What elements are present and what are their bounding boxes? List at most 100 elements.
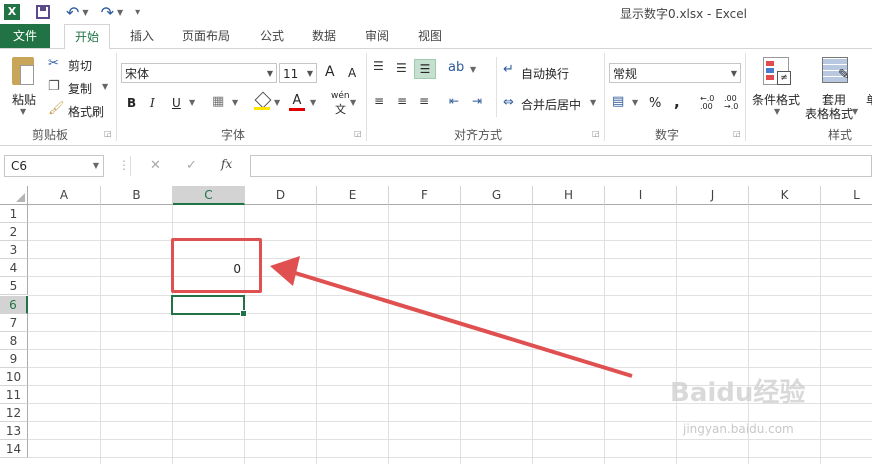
font-size-value: 11 [283, 67, 299, 81]
bold-button[interactable]: B [127, 96, 136, 110]
enter-icon[interactable]: ✓ [186, 158, 197, 173]
decrease-decimal-button[interactable]: .00 →.0 [724, 95, 738, 111]
scissors-icon: ✂ [48, 56, 59, 71]
save-icon[interactable] [36, 5, 50, 19]
orientation-icon[interactable]: ab [448, 60, 464, 75]
tab-formulas[interactable]: 公式 [250, 24, 294, 48]
redo-icon[interactable]: ↷ [101, 3, 114, 22]
underline-button[interactable]: U [172, 96, 181, 110]
align-right-icon[interactable]: ≡ [419, 94, 429, 108]
borders-dropdown-icon[interactable]: ▼ [232, 98, 238, 107]
insert-function-icon[interactable]: fx [221, 157, 232, 171]
table-format-button-line2[interactable]: 表格格式 [805, 105, 853, 122]
quick-access-toolbar: X ↶ ▼ ↷ ▼ ▾ [0, 0, 140, 24]
accounting-dropdown-icon[interactable]: ▼ [632, 98, 638, 107]
comma-style-button[interactable]: , [674, 93, 680, 111]
cancel-icon[interactable]: ✕ [150, 158, 161, 173]
tab-data[interactable]: 数据 [302, 24, 346, 48]
chevron-down-icon: ▼ [730, 69, 737, 78]
paste-button[interactable]: 粘贴 [12, 91, 36, 108]
paste-icon[interactable] [12, 57, 34, 85]
tab-view[interactable]: 视图 [408, 24, 452, 48]
align-center-icon[interactable]: ≡ [397, 94, 407, 108]
orientation-dropdown-icon[interactable]: ▼ [470, 65, 476, 74]
worksheet-grid[interactable]: ABCDEFGHIJKL 1 2 3 4 5 6 7 8 9 10 11 12 13 14 0 Baidu… [0, 186, 872, 464]
tab-page-layout[interactable]: 页面布局 [172, 24, 240, 48]
font-launcher-icon[interactable]: ◲ [354, 129, 362, 138]
align-top-icon[interactable]: ☰ [373, 59, 384, 73]
font-color-button[interactable]: A [289, 93, 305, 111]
format-painter-button[interactable]: 格式刷 [68, 103, 104, 120]
copy-icon: ❐ [48, 79, 60, 94]
excel-logo-icon: X [4, 4, 20, 20]
number-format-select[interactable]: 常规 ▼ [609, 63, 741, 83]
wrap-text-button[interactable]: 自动换行 [521, 65, 569, 82]
grow-font-button[interactable]: A [325, 64, 335, 80]
alignment-group-label: 对齐方式 [454, 128, 503, 142]
divider [366, 53, 367, 141]
tab-review[interactable]: 审阅 [355, 24, 399, 48]
font-name-value: 宋体 [125, 67, 150, 81]
font-name-select[interactable]: 宋体 ▼ [121, 63, 277, 83]
cut-button[interactable]: 剪切 [68, 57, 92, 74]
conditional-format-dropdown-icon[interactable]: ▼ [774, 107, 780, 116]
decrease-indent-icon[interactable]: ⇤ [449, 94, 459, 108]
underline-dropdown-icon[interactable]: ▼ [189, 98, 195, 107]
font-color-icon: A [292, 93, 302, 108]
name-box-dropdown-icon[interactable]: ▼ [93, 156, 99, 176]
fill-color-icon[interactable] [254, 91, 272, 110]
tab-home[interactable]: 开始 [64, 24, 111, 50]
table-format-icon: ✎ [822, 57, 850, 85]
undo-dropdown-icon[interactable]: ▼ [82, 8, 88, 17]
undo-icon[interactable]: ↶ [66, 3, 79, 22]
paste-dropdown-icon[interactable]: ▼ [20, 107, 26, 116]
formula-input[interactable] [250, 155, 872, 177]
copy-dropdown-icon[interactable]: ▼ [102, 82, 108, 91]
name-box-value: C6 [11, 159, 28, 173]
tab-file[interactable]: 文件 [0, 24, 50, 48]
conditional-format-icon: ≠ [763, 57, 791, 85]
format-painter-icon: 🖌 [48, 101, 65, 116]
ribbon-tabs: 文件 开始 插入 页面布局 公式 数据 审阅 视图 [0, 24, 872, 50]
increase-decimal-button[interactable]: ←.0.00 [700, 95, 714, 111]
watermark-url: jingyan.baidu.com [683, 422, 794, 436]
italic-button[interactable]: I [150, 96, 155, 110]
chevron-down-icon: ▼ [306, 69, 313, 78]
merge-dropdown-icon[interactable]: ▼ [590, 98, 596, 107]
clipboard-launcher-icon[interactable]: ◲ [104, 129, 112, 138]
name-box[interactable]: C6 ▼ [4, 155, 104, 177]
phonetic-dropdown-icon[interactable]: ▼ [350, 98, 356, 107]
borders-icon[interactable]: ▦ [212, 94, 224, 109]
align-middle-icon[interactable]: ☰ [396, 61, 407, 75]
percent-style-button[interactable]: % [649, 96, 661, 111]
number-group-label: 数字 [655, 128, 680, 142]
copy-button[interactable]: 复制 [68, 80, 92, 97]
divider [745, 53, 746, 141]
table-format-dropdown-icon[interactable]: ▼ [852, 107, 858, 116]
arrow-shaft [291, 270, 633, 378]
phonetic-button[interactable]: wén [331, 91, 350, 101]
alignment-launcher-icon[interactable]: ◲ [592, 129, 600, 138]
merge-center-button[interactable]: 合并后居中 [521, 96, 581, 113]
window-title: 显示数字0.xlsx - Excel [620, 7, 747, 21]
shrink-font-button[interactable]: A [348, 66, 356, 80]
align-bottom-icon[interactable]: ☰ [414, 59, 436, 79]
customize-qat-icon[interactable]: ▾ [135, 7, 140, 18]
wrap-text-icon: ↵ [503, 62, 514, 77]
font-color-dropdown-icon[interactable]: ▼ [310, 98, 316, 107]
increase-indent-icon[interactable]: ⇥ [472, 94, 482, 108]
conditional-format-button[interactable]: 条件格式 [752, 91, 800, 108]
phonetic-glyph: 文 [335, 103, 346, 116]
number-launcher-icon[interactable]: ◲ [733, 129, 741, 138]
tab-insert[interactable]: 插入 [120, 24, 164, 48]
divider [496, 57, 497, 117]
accounting-format-icon[interactable]: ▤ [612, 94, 624, 109]
chevron-down-icon: ▼ [266, 69, 273, 78]
redo-dropdown-icon[interactable]: ▼ [117, 8, 123, 17]
cell-styles-button-partial[interactable]: 单 [866, 91, 872, 108]
divider [604, 53, 605, 141]
font-size-select[interactable]: 11 ▼ [279, 63, 317, 83]
align-left-icon[interactable]: ≡ [374, 94, 384, 108]
fill-color-dropdown-icon[interactable]: ▼ [274, 98, 280, 107]
ribbon: 粘贴 ▼ ✂ 剪切 ❐ 复制 ▼ 🖌 格式刷 剪贴板 ◲ 宋体 ▼ 11 ▼ A A… [0, 49, 872, 146]
